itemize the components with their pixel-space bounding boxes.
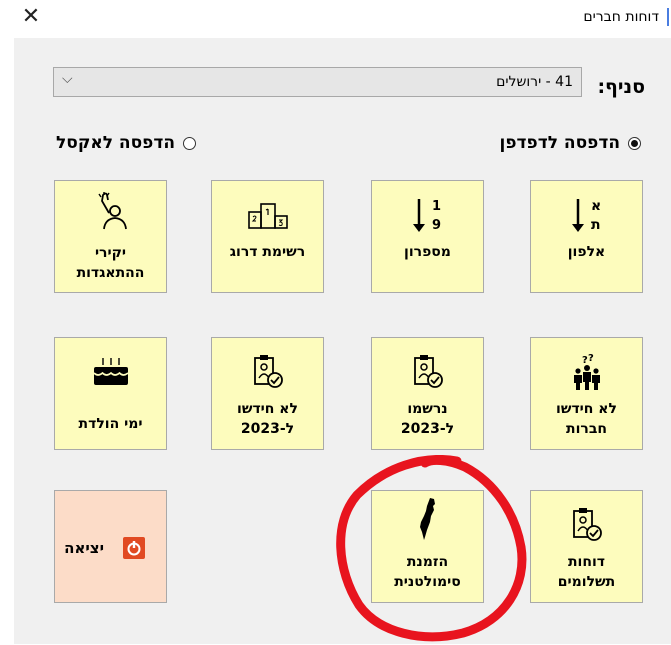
clipboard-check-icon bbox=[212, 352, 323, 392]
numeric-sort-icon: 1 9 bbox=[372, 195, 483, 235]
radio-circle-browser[interactable] bbox=[628, 136, 641, 150]
tile-label: ימי הולדת bbox=[78, 416, 143, 432]
clipboard-check-icon bbox=[531, 505, 642, 545]
tile-label: מספרון bbox=[404, 244, 451, 260]
tile-birthdays[interactable]: ימי הולדת bbox=[54, 337, 167, 450]
exit-button[interactable]: יציאה bbox=[54, 490, 167, 603]
tile-label: רשימת דרוג bbox=[229, 244, 306, 260]
tile-label: דוחות תשלומים bbox=[557, 554, 616, 590]
alphabetical-sort-icon: א ת bbox=[531, 195, 642, 235]
tile-numerical[interactable]: 1 9 מספרון bbox=[371, 180, 484, 293]
tile-label: נרשמו ל-2023 bbox=[400, 401, 455, 437]
radio-print-browser[interactable]: הדפסה לדפדפן bbox=[500, 133, 641, 153]
svg-text:?: ? bbox=[588, 353, 594, 364]
tile-label: לא חידשו חברות bbox=[556, 401, 617, 437]
branch-select-value: 41 - ירושלים bbox=[496, 74, 573, 90]
radio-circle-excel[interactable] bbox=[183, 136, 197, 150]
tile-payment-reports[interactable]: דוחות תשלומים bbox=[530, 490, 643, 603]
close-icon[interactable]: ✕ bbox=[18, 4, 44, 30]
alpha-bottom-glyph: ת bbox=[591, 217, 601, 233]
tile-label: לא חידשו ל-2023 bbox=[237, 401, 298, 437]
alpha-top-glyph: א bbox=[591, 198, 601, 214]
branch-label: סניף: bbox=[597, 76, 645, 98]
num-bottom-glyph: 9 bbox=[432, 218, 441, 233]
tile-simultaneous[interactable]: הזמנת סימולטנית bbox=[371, 490, 484, 603]
num-top-glyph: 1 bbox=[432, 199, 441, 214]
cheering-person-icon bbox=[55, 191, 166, 231]
branch-select[interactable]: 41 - ירושלים ⌵ bbox=[53, 67, 582, 97]
tile-registered-2023[interactable]: נרשמו ל-2023 bbox=[371, 337, 484, 450]
radio-print-excel[interactable]: הדפסה לאקסל bbox=[56, 133, 197, 153]
radio-label-browser: הדפסה לדפדפן bbox=[499, 133, 620, 153]
tile-label: הזמנת סימולטנית bbox=[394, 554, 461, 590]
clipboard-check-icon bbox=[372, 352, 483, 392]
radio-label-excel: הדפסה לאקסל bbox=[56, 133, 176, 153]
tile-ranking-list[interactable]: רשימת דרוג bbox=[211, 180, 324, 293]
power-icon bbox=[123, 537, 145, 559]
chevron-down-icon: ⌵ bbox=[62, 71, 73, 87]
title-bar: ✕ דוחות חברים bbox=[0, 0, 671, 34]
group-question-icon: ? ? bbox=[531, 352, 642, 392]
exit-label: יציאה bbox=[64, 539, 104, 557]
tile-label: יקירי ההתאגדות bbox=[76, 245, 145, 281]
title-accent-bar bbox=[667, 8, 669, 26]
podium-icon bbox=[212, 195, 323, 235]
tile-not-renewed-members[interactable]: ? ? לא חידשו חברות bbox=[530, 337, 643, 450]
birthday-cake-icon bbox=[55, 352, 166, 392]
tile-label: אלפון bbox=[567, 244, 606, 260]
tile-not-renewed-2023[interactable]: לא חידשו ל-2023 bbox=[211, 337, 324, 450]
tile-alphabetical[interactable]: א ת אלפון bbox=[530, 180, 643, 293]
tile-association-dear[interactable]: יקירי ההתאגדות bbox=[54, 180, 167, 293]
window-title: דוחות חברים bbox=[583, 9, 659, 25]
israel-map-icon bbox=[372, 498, 483, 540]
